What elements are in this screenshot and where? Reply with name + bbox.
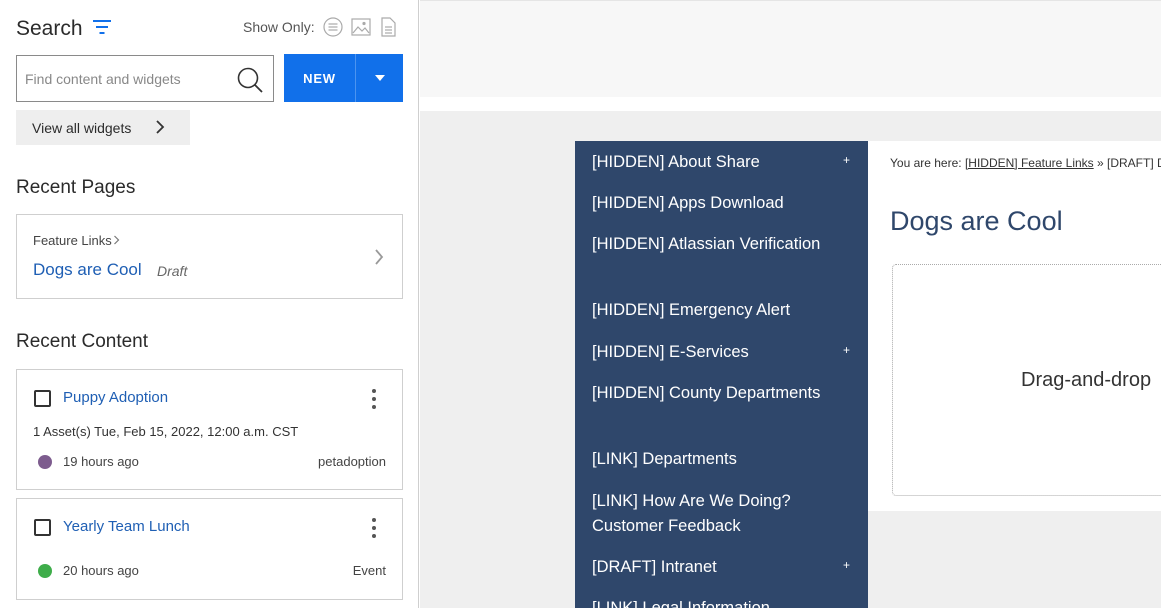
- drag-and-drop-label: Drag-and-drop: [1021, 369, 1152, 391]
- content-checkbox[interactable]: [34, 519, 51, 536]
- nav-item[interactable]: [HIDDEN] E-Services: [592, 340, 832, 365]
- expand-plus-icon[interactable]: +: [843, 343, 850, 357]
- content-meta: 1 Asset(s) Tue, Feb 15, 2022, 12:00 a.m.…: [33, 424, 299, 439]
- search-icon[interactable]: [236, 66, 264, 94]
- nav-item[interactable]: [HIDDEN] Apps Download: [592, 191, 832, 216]
- search-box: [16, 55, 274, 102]
- view-all-widgets-button[interactable]: View all widgets: [16, 110, 190, 145]
- content-type: Event: [352, 563, 386, 578]
- content-title[interactable]: Puppy Adoption: [63, 389, 168, 406]
- nav-item[interactable]: [HIDDEN] Emergency Alert: [592, 298, 832, 323]
- expand-plus-icon[interactable]: +: [843, 558, 850, 572]
- status-dot: [38, 564, 52, 578]
- content-checkbox[interactable]: [34, 390, 51, 407]
- preview-header-area: [420, 0, 1161, 97]
- search-title: Search: [16, 17, 83, 40]
- breadcrumb-separator: »: [1093, 156, 1108, 170]
- view-all-widgets-label: View all widgets: [32, 119, 132, 136]
- recent-page-status: Draft: [157, 263, 188, 279]
- list-icon[interactable]: [323, 17, 343, 37]
- recent-pages-title: Recent Pages: [16, 177, 136, 198]
- breadcrumb: You are here: [HIDDEN] Feature Links » […: [890, 156, 1161, 170]
- nav-item[interactable]: [LINK] Departments: [592, 447, 832, 472]
- nav-item[interactable]: [HIDDEN] County Departments: [592, 381, 832, 406]
- content-card[interactable]: Yearly Team Lunch 20 hours ago Event: [16, 498, 403, 600]
- content-title[interactable]: Yearly Team Lunch: [63, 518, 190, 535]
- content-time-ago: 19 hours ago: [63, 454, 139, 469]
- breadcrumb-link[interactable]: [HIDDEN] Feature Links: [965, 156, 1094, 170]
- nav-item[interactable]: [LINK] Legal Information: [592, 596, 832, 608]
- breadcrumb-prefix: You are here:: [890, 156, 965, 170]
- drag-and-drop-zone[interactable]: Drag-and-drop: [892, 264, 1161, 496]
- left-panel: Search Show Only: NEW View all widgets: [0, 0, 419, 608]
- filter-icon[interactable]: [92, 19, 112, 35]
- preview-content-area: You are here: [HIDDEN] Feature Links » […: [868, 141, 1161, 511]
- site-nav-menu: [HIDDEN] About Share + [HIDDEN] Apps Dow…: [575, 141, 868, 608]
- recent-content-title: Recent Content: [16, 331, 149, 352]
- recent-page-breadcrumb: Feature Links: [33, 233, 112, 248]
- document-icon[interactable]: [378, 17, 398, 37]
- nav-item[interactable]: [HIDDEN] Atlassian Verification: [592, 232, 832, 257]
- page-title: Dogs are Cool: [890, 206, 1063, 236]
- chevron-right-icon: [114, 235, 120, 245]
- show-only-label: Show Only:: [243, 19, 315, 35]
- chevron-right-icon: [156, 120, 165, 134]
- status-dot: [38, 455, 52, 469]
- content-card[interactable]: Puppy Adoption 1 Asset(s) Tue, Feb 15, 2…: [16, 369, 403, 490]
- nav-item[interactable]: [LINK] How Are We Doing? Customer Feedba…: [592, 489, 832, 538]
- recent-page-card[interactable]: Feature Links Dogs are Cool Draft: [16, 214, 403, 299]
- new-button[interactable]: NEW: [284, 54, 355, 102]
- content-type: petadoption: [318, 454, 386, 469]
- breadcrumb-current: [DRAFT] Dogs: [1107, 156, 1161, 170]
- nav-item[interactable]: [DRAFT] Intranet: [592, 555, 832, 580]
- recent-page-title[interactable]: Dogs are Cool: [33, 260, 142, 280]
- caret-down-icon: [374, 75, 385, 81]
- chevron-right-icon[interactable]: [374, 249, 384, 265]
- content-time-ago: 20 hours ago: [63, 563, 139, 578]
- expand-plus-icon[interactable]: +: [843, 153, 850, 167]
- more-options-icon[interactable]: [372, 389, 377, 409]
- nav-item[interactable]: [HIDDEN] About Share: [592, 150, 832, 175]
- search-input[interactable]: [17, 56, 232, 101]
- more-options-icon[interactable]: [372, 518, 377, 538]
- new-dropdown-toggle[interactable]: [355, 54, 403, 102]
- image-icon[interactable]: [351, 17, 371, 37]
- page-preview: [HIDDEN] About Share + [HIDDEN] Apps Dow…: [420, 0, 1161, 608]
